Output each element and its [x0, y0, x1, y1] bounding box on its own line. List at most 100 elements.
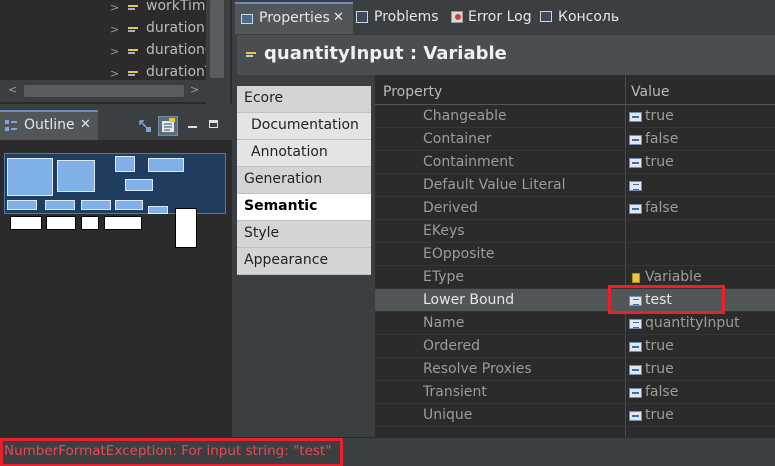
- property-value[interactable]: true: [645, 407, 674, 423]
- property-name: Transient: [423, 384, 487, 400]
- tree-item[interactable]: > workTime: [0, 0, 214, 19]
- table-row[interactable]: Container false: [375, 128, 775, 151]
- class-icon: [632, 273, 640, 283]
- table-row[interactable]: EOpposite: [375, 243, 775, 266]
- tab-label: Semantic: [244, 198, 318, 214]
- boolean-value-icon: [629, 135, 642, 145]
- project-tree[interactable]: > workTime > durationI > durationC > dur…: [0, 0, 232, 104]
- table-row[interactable]: Ordered true: [375, 335, 775, 358]
- error-log-icon: [451, 11, 463, 23]
- column-header-property[interactable]: Property: [383, 84, 442, 100]
- diagram-node: [175, 208, 197, 248]
- chevron-right-icon[interactable]: >: [110, 23, 119, 36]
- boolean-value-icon: [629, 365, 642, 375]
- tab-label: Generation: [244, 171, 323, 187]
- diagram-node: [57, 160, 95, 192]
- scroll-right-icon[interactable]: >: [190, 83, 199, 96]
- diagram-node: [115, 156, 135, 172]
- table-row[interactable]: Containment true: [375, 151, 775, 174]
- tree-horizontal-scrollbar[interactable]: < >: [0, 80, 206, 102]
- property-name: Lower Bound: [423, 292, 515, 308]
- tree-item[interactable]: > durationI: [0, 19, 209, 41]
- minimize-icon[interactable]: [188, 126, 197, 128]
- table-row[interactable]: Default Value Literal: [375, 174, 775, 197]
- tab-semantic[interactable]: Semantic: [237, 194, 371, 221]
- close-icon[interactable]: ✕: [333, 10, 344, 25]
- boolean-value-icon: [629, 204, 642, 214]
- tab-generation[interactable]: Generation: [237, 167, 371, 194]
- property-value[interactable]: false: [645, 131, 678, 147]
- property-name: EType: [423, 269, 465, 285]
- properties-section-tabs: Ecore Documentation Annotation Generatio…: [237, 75, 371, 437]
- property-name: EKeys: [423, 223, 465, 239]
- table-row[interactable]: Resolve Proxies true: [375, 358, 775, 381]
- diagram-node: [115, 200, 143, 210]
- boolean-value-icon: [629, 158, 642, 168]
- table-row[interactable]: Name quantityInput: [375, 312, 775, 335]
- tab-problems-label: Problems: [374, 9, 439, 25]
- tab-documentation[interactable]: Documentation: [237, 113, 371, 140]
- scroll-left-icon[interactable]: <: [8, 83, 17, 96]
- column-header-value[interactable]: Value: [631, 84, 669, 100]
- diagram-node: [81, 200, 111, 210]
- tab-outline[interactable]: Outline ✕: [0, 110, 98, 140]
- property-name: EOpposite: [423, 246, 495, 262]
- property-name: Containment: [423, 154, 514, 170]
- tree-vertical-scrollbar[interactable]: [206, 0, 230, 104]
- outline-tabbar: Outline ✕: [0, 110, 232, 140]
- status-bar: NumberFormatException: For input string:…: [0, 437, 775, 466]
- tab-ecore[interactable]: Ecore: [237, 86, 371, 113]
- tab-label: Documentation: [251, 117, 359, 133]
- tab-appearance[interactable]: Appearance: [237, 248, 371, 275]
- property-name: Default Value Literal: [423, 177, 566, 193]
- view-tabbar: Properties ✕ Problems Error Log Консоль: [235, 0, 775, 34]
- scrollbar-thumb[interactable]: [24, 85, 184, 97]
- outline-panel[interactable]: [0, 140, 232, 437]
- diagram-node: [148, 206, 168, 214]
- tab-style[interactable]: Style: [237, 221, 371, 248]
- chevron-right-icon[interactable]: >: [110, 45, 119, 58]
- property-value[interactable]: quantityInput: [645, 315, 740, 331]
- show-overview-icon[interactable]: [158, 116, 178, 136]
- table-row[interactable]: Transient false: [375, 381, 775, 404]
- property-name: Resolve Proxies: [423, 361, 532, 377]
- property-value[interactable]: Variable: [645, 269, 702, 285]
- tab-problems[interactable]: Problems: [356, 3, 444, 33]
- property-value[interactable]: true: [645, 154, 674, 170]
- tab-label: Appearance: [244, 252, 329, 268]
- scrollbar-thumb[interactable]: [210, 0, 224, 78]
- property-value[interactable]: true: [645, 338, 674, 354]
- property-name: Container: [423, 131, 492, 147]
- chevron-right-icon[interactable]: >: [110, 67, 119, 80]
- tab-annotation[interactable]: Annotation: [237, 140, 371, 167]
- tab-outline-label: Outline: [24, 117, 75, 133]
- diagram-node: [46, 216, 76, 230]
- table-row[interactable]: Unique true: [375, 404, 775, 427]
- diagram-node: [81, 216, 99, 230]
- diagram-overview[interactable]: [4, 153, 226, 214]
- maximize-icon[interactable]: [209, 120, 218, 128]
- tab-console[interactable]: Консоль: [540, 3, 630, 33]
- status-error-message: NumberFormatException: For input string:…: [4, 443, 332, 459]
- chevron-right-icon[interactable]: >: [110, 1, 119, 14]
- tree-item[interactable]: > durationC: [0, 41, 215, 63]
- close-icon[interactable]: ✕: [80, 117, 91, 132]
- tab-error-log[interactable]: Error Log: [449, 3, 539, 33]
- table-row[interactable]: Derived false: [375, 197, 775, 220]
- attribute-icon: [128, 5, 138, 12]
- link-with-editor-icon[interactable]: [137, 118, 153, 134]
- tab-error-log-label: Error Log: [468, 9, 532, 25]
- property-value[interactable]: true: [645, 361, 674, 377]
- property-value[interactable]: true: [645, 108, 674, 124]
- property-value[interactable]: false: [645, 200, 678, 216]
- table-row[interactable]: EKeys: [375, 220, 775, 243]
- boolean-value-icon: [629, 112, 642, 122]
- problems-icon: [356, 11, 368, 23]
- tab-properties[interactable]: Properties ✕: [235, 2, 353, 34]
- console-icon: [540, 11, 552, 22]
- properties-table[interactable]: Property Value Changeable true Container…: [375, 75, 775, 437]
- table-row[interactable]: Changeable true: [375, 105, 775, 128]
- tab-console-label: Консоль: [558, 9, 620, 25]
- property-name: Changeable: [423, 108, 507, 124]
- property-value[interactable]: false: [645, 384, 678, 400]
